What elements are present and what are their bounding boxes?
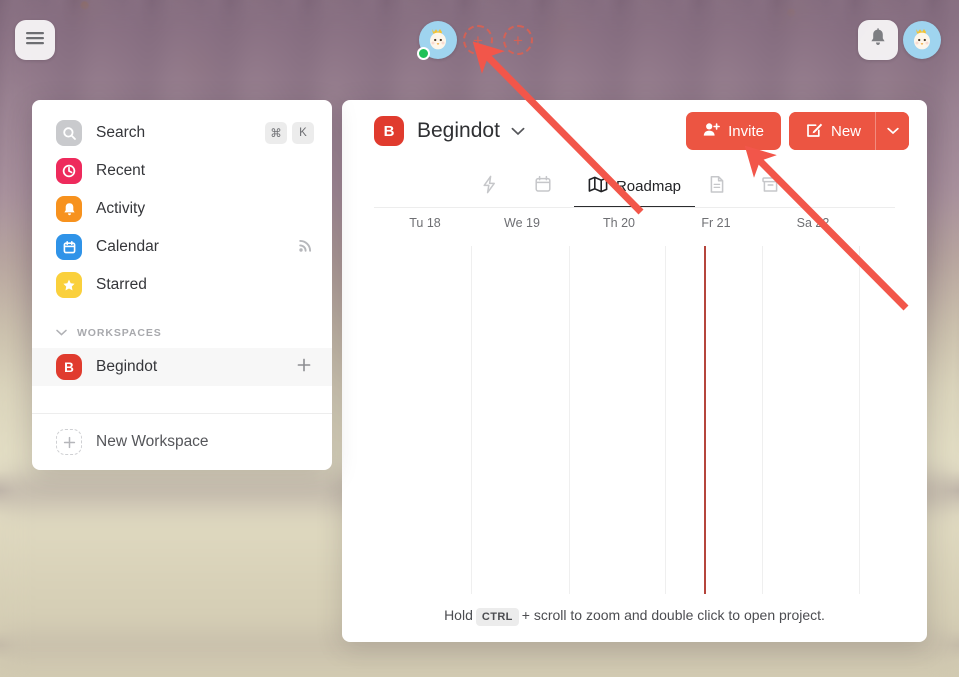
hint-text-after: + scroll to zoom and double click to ope… (521, 607, 825, 623)
roadmap-day-label: Sa 22 (796, 216, 830, 230)
main-panel: B Begindot Invite New Roadmap Tu 18 We 1… (342, 100, 927, 642)
roadmap-timeline[interactable]: Tu 18 We 19 Th 20 Fr 21 Sa 22 (342, 208, 927, 598)
workspace-badge: B (56, 354, 82, 380)
invite-button-label: Invite (728, 122, 764, 140)
tab-calendar[interactable] (520, 166, 574, 208)
today-marker-line (704, 246, 706, 594)
notifications-button[interactable] (858, 20, 898, 60)
new-dropdown-button[interactable] (875, 112, 909, 150)
new-workspace-button[interactable]: New Workspace (32, 414, 332, 470)
header-actions: Invite New (686, 112, 909, 150)
hint-key-ctrl: CTRL (475, 608, 519, 626)
hint-text-before: Hold (444, 607, 473, 623)
add-member-slot-1[interactable]: + (463, 25, 493, 55)
top-bar: + + (0, 0, 959, 90)
roadmap-gridline (569, 246, 570, 594)
rss-icon[interactable] (298, 237, 314, 258)
star-icon (56, 272, 82, 298)
new-workspace-label: New Workspace (96, 433, 209, 450)
shortcut-key-k: K (292, 122, 314, 144)
user-avatar-button[interactable] (903, 21, 941, 59)
tab-activity-feed[interactable] (467, 166, 520, 208)
sidebar-item-label: Recent (96, 162, 146, 179)
tab-roadmap[interactable]: Roadmap (573, 166, 696, 208)
sidebar-item-activity[interactable]: Activity (32, 190, 332, 228)
calendar-icon (534, 175, 552, 198)
roadmap-day-label: Fr 21 (701, 216, 731, 230)
page-title: Begindot (417, 119, 500, 142)
new-button[interactable]: New (788, 112, 875, 150)
add-member-slot-2[interactable]: + (503, 25, 533, 55)
sidebar-item-label: Search (96, 124, 146, 141)
hamburger-icon (26, 31, 44, 50)
section-title: WORKSPACES (77, 327, 162, 339)
search-icon (56, 120, 82, 146)
view-tabs: Roadmap (342, 162, 927, 208)
workspaces-section-header[interactable]: WORKSPACES (32, 318, 332, 348)
bell-icon (869, 28, 887, 52)
sidebar-item-recent[interactable]: Recent (32, 152, 332, 190)
calendar-icon (56, 234, 82, 260)
invite-button[interactable]: Invite (686, 112, 781, 150)
menu-button[interactable] (15, 20, 55, 60)
roadmap-gridline (762, 246, 763, 594)
online-status-dot (417, 47, 430, 60)
workspace-label: Begindot (96, 358, 158, 375)
roadmap-day-label: We 19 (504, 216, 540, 230)
project-badge: B (374, 116, 404, 146)
sidebar-item-label: Activity (96, 200, 146, 217)
chevron-down-icon (56, 327, 67, 339)
roadmap-gridline (471, 246, 472, 594)
sidebar-item-label: Starred (96, 276, 147, 293)
roadmap-day-label: Tu 18 (409, 216, 441, 230)
project-header: B Begindot Invite New (342, 100, 927, 162)
chevron-down-icon[interactable] (511, 123, 525, 140)
plus-icon: + (473, 30, 483, 50)
lightning-icon (481, 175, 498, 198)
roadmap-gridline (859, 246, 860, 594)
roadmap-hint: Hold CTRL + scroll to zoom and double clic… (342, 607, 927, 626)
new-button-group: New (788, 112, 909, 150)
sidebar-item-starred[interactable]: Starred (32, 266, 332, 304)
tab-label: Roadmap (615, 177, 682, 195)
map-icon (588, 175, 608, 198)
sidebar-item-label: Calendar (96, 238, 159, 255)
sidebar-item-search[interactable]: Search ⌘ K (32, 114, 332, 152)
new-button-label: New (830, 122, 861, 140)
tab-archive[interactable] (747, 166, 802, 208)
clock-icon (56, 158, 82, 184)
roadmap-day-label: Th 20 (603, 216, 635, 230)
plus-dashed-icon (56, 429, 82, 455)
bell-icon (56, 196, 82, 222)
add-project-plus-icon[interactable] (296, 357, 312, 377)
sidebar-panel: Search ⌘ K Recent Activity Calendar Star… (32, 100, 332, 470)
tab-documents[interactable] (695, 166, 747, 208)
compose-icon (806, 121, 823, 142)
avatar[interactable] (417, 21, 457, 60)
user-plus-icon (703, 122, 721, 141)
roadmap-gridline (665, 246, 666, 594)
chevron-down-icon (886, 124, 899, 138)
chick-avatar-icon (907, 22, 937, 58)
plus-icon: + (513, 30, 523, 50)
workspace-item-begindot[interactable]: B Begindot (32, 348, 332, 386)
sidebar-item-calendar[interactable]: Calendar (32, 228, 332, 266)
document-icon (709, 175, 725, 198)
shortcut-key-command: ⌘ (265, 122, 287, 144)
archive-icon (761, 175, 780, 198)
